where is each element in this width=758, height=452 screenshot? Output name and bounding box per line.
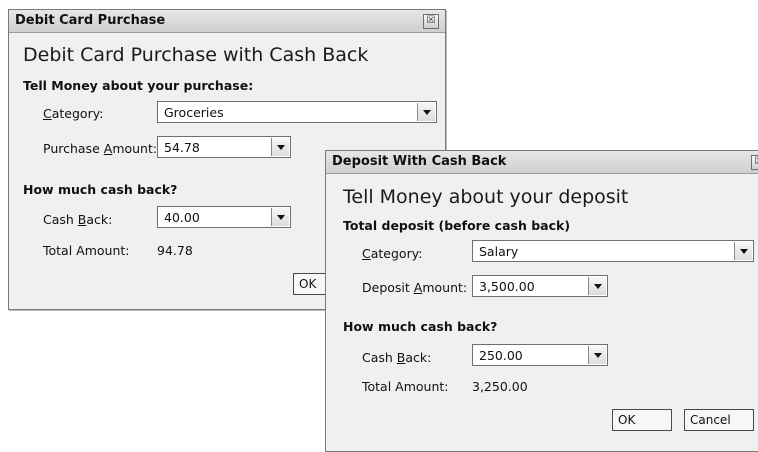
purchase-amount-value: 54.78 xyxy=(164,140,200,155)
total-amount-value: 94.78 xyxy=(157,243,193,258)
debit-dialog-heading: Debit Card Purchase with Cash Back xyxy=(23,44,369,66)
purchase-amount-combobox[interactable]: 54.78 xyxy=(157,136,291,158)
debit-dialog-titlebar[interactable]: Debit Card Purchase ☒ xyxy=(9,10,445,33)
close-icon[interactable]: ☒ xyxy=(423,14,439,29)
deposit-amount-value: 3,500.00 xyxy=(479,279,535,294)
cash-back-label: Cash Back: xyxy=(362,350,432,365)
deposit-section-heading: Total deposit (before cash back) xyxy=(343,218,571,233)
chevron-down-icon[interactable] xyxy=(271,138,289,156)
chevron-down-icon[interactable] xyxy=(588,277,606,295)
close-icon[interactable]: ☒ xyxy=(751,155,758,170)
chevron-down-icon[interactable] xyxy=(417,103,435,121)
category-label: Category: xyxy=(362,246,423,261)
cancel-button[interactable]: Cancel xyxy=(684,409,754,431)
deposit-amount-combobox[interactable]: 3,500.00 xyxy=(472,275,608,297)
chevron-down-icon[interactable] xyxy=(588,346,606,364)
cashback-section-heading: How much cash back? xyxy=(343,319,498,334)
category-value: Salary xyxy=(479,244,519,259)
deposit-dialog-titlebar[interactable]: Deposit With Cash Back ☒ xyxy=(326,151,758,174)
category-label: Category: xyxy=(43,106,104,121)
category-combobox[interactable]: Groceries xyxy=(157,101,437,123)
cash-back-value: 250.00 xyxy=(479,348,523,363)
ok-button[interactable]: OK xyxy=(612,409,672,431)
cash-back-combobox[interactable]: 40.00 xyxy=(157,206,291,228)
debit-dialog-title: Debit Card Purchase xyxy=(15,13,166,28)
chevron-down-icon[interactable] xyxy=(271,208,289,226)
category-combobox[interactable]: Salary xyxy=(472,240,754,262)
deposit-with-cash-back-dialog: Deposit With Cash Back ☒ Tell Money abou… xyxy=(325,150,758,452)
chevron-down-icon[interactable] xyxy=(734,242,752,260)
deposit-dialog-title: Deposit With Cash Back xyxy=(332,154,507,169)
cash-back-value: 40.00 xyxy=(164,210,200,225)
cashback-section-heading: How much cash back? xyxy=(23,182,178,197)
deposit-dialog-heading: Tell Money about your deposit xyxy=(343,186,629,208)
category-value: Groceries xyxy=(164,105,224,120)
cash-back-combobox[interactable]: 250.00 xyxy=(472,344,608,366)
cash-back-label: Cash Back: xyxy=(43,212,113,227)
purchase-amount-label: Purchase Amount: xyxy=(43,141,158,156)
total-amount-label: Total Amount: xyxy=(43,243,130,258)
total-amount-value: 3,250.00 xyxy=(472,379,528,394)
purchase-section-heading: Tell Money about your purchase: xyxy=(23,78,254,93)
total-amount-label: Total Amount: xyxy=(362,379,449,394)
deposit-amount-label: Deposit Amount: xyxy=(362,280,468,295)
